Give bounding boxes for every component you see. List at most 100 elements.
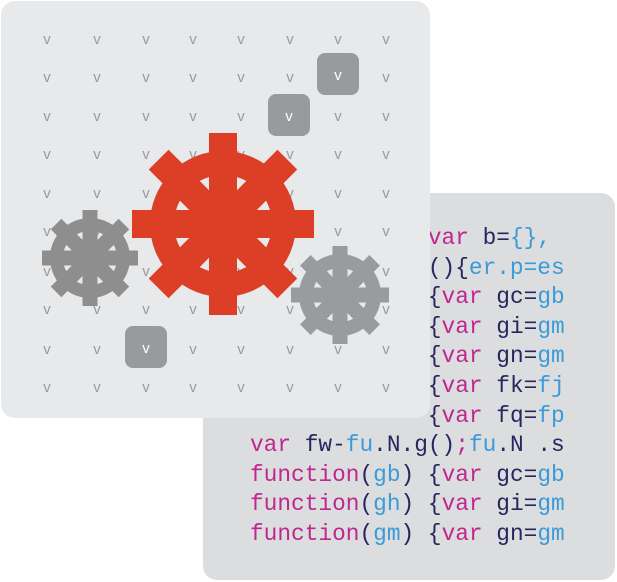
code-line: var fw-fu.N.g();fu.N .s	[250, 431, 565, 461]
code-token: var	[441, 491, 483, 518]
grid-letter: v	[142, 31, 150, 48]
grid-letter: v	[334, 146, 342, 163]
code-line: function(gb) {var gc=gb	[250, 461, 565, 491]
code-token: er.p=es	[468, 254, 565, 281]
code-token: gn=	[482, 343, 538, 370]
grid-letter: v	[382, 379, 390, 396]
grid-letter: v	[43, 223, 51, 240]
grid-letter: v	[93, 185, 101, 202]
grid-letter: v	[93, 146, 101, 163]
grid-letter: v	[93, 69, 101, 86]
grid-letter: v	[93, 379, 101, 396]
code-token: (	[359, 491, 374, 518]
code-token: gc=	[482, 461, 538, 488]
code-token: function	[250, 461, 360, 488]
grid-letter: v	[189, 108, 197, 125]
code-token: gi=	[482, 313, 538, 340]
grid-letter: v	[237, 108, 245, 125]
grid-letter: v	[93, 108, 101, 125]
grid-letter: v	[43, 185, 51, 202]
grid-letter: v	[382, 108, 390, 125]
gear-icon-small-left	[42, 210, 138, 306]
grid-letter: v	[334, 108, 342, 125]
code-token: gc=	[482, 284, 538, 311]
grid-letter: v	[334, 223, 342, 240]
grid-letter: v	[43, 108, 51, 125]
code-token: var	[441, 284, 483, 311]
grid-letter: v	[334, 31, 342, 48]
badge-letter: v	[142, 340, 150, 357]
grid-letter: v	[286, 31, 294, 48]
code-token: var	[441, 402, 483, 429]
code-token: ) {	[400, 461, 442, 488]
code-token: gb	[537, 461, 565, 488]
code-token: var	[441, 343, 483, 370]
code-token: var	[427, 225, 469, 251]
code-token: function	[250, 520, 360, 547]
grid-letter: v	[142, 379, 150, 396]
grid-letter: v	[43, 69, 51, 86]
code-token: b=	[468, 225, 510, 251]
grid-letter: v	[382, 301, 390, 318]
code-token: fp	[537, 402, 565, 429]
code-token: gh	[373, 491, 401, 518]
grid-letter: v	[43, 31, 51, 48]
gears-panel: v v v v v v v v v v v v v v v v v v v v v v v v v v v v v v v v v v v v v v v v…	[1, 1, 430, 418]
grid-letter: v	[286, 301, 294, 318]
grid-letter: v	[93, 31, 101, 48]
grid-letter: v	[286, 69, 294, 86]
code-token: gm	[537, 520, 565, 547]
code-token: (	[359, 461, 374, 488]
letter-badge: v	[268, 94, 310, 136]
code-token: ) {	[400, 520, 442, 547]
code-token: fq=	[482, 402, 538, 429]
grid-letter: v	[237, 301, 245, 318]
grid-letter: v	[43, 341, 51, 358]
grid-letter: v	[189, 301, 197, 318]
grid-letter: v	[382, 31, 390, 48]
grid-letter: v	[334, 185, 342, 202]
gears-illustration: v v v v v v v v v v v v v v v v v v v v v v v v v v v v v v v v v v v v v v v v…	[42, 31, 390, 396]
code-token: function	[250, 491, 360, 518]
grid-letter: v	[382, 263, 390, 280]
grid-letter: v	[189, 69, 197, 86]
code-token: var	[250, 432, 292, 459]
badge-letter: v	[334, 67, 342, 84]
grid-letter: v	[142, 185, 150, 202]
grid-letter: v	[237, 379, 245, 396]
letter-badge: v	[317, 53, 359, 95]
grid-letter: v	[142, 69, 150, 86]
grid-letter: v	[237, 341, 245, 358]
code-token: .N .s	[496, 432, 565, 459]
letter-badge: v	[125, 326, 167, 368]
code-token: fj	[537, 372, 565, 399]
grid-letter: v	[189, 31, 197, 48]
grid-letter: v	[382, 69, 390, 86]
grid-letter: v	[189, 379, 197, 396]
grid-letter: v	[189, 341, 197, 358]
code-token: gm	[537, 343, 565, 370]
grid-letter: v	[382, 341, 390, 358]
code-token: (	[359, 520, 374, 547]
code-token: gm	[373, 520, 401, 547]
code-token: fw-	[291, 432, 346, 459]
grid-letter: v	[93, 341, 101, 358]
grid-letter: v	[334, 379, 342, 396]
code-token: fu	[345, 432, 374, 459]
code-token: gm	[537, 491, 565, 518]
grid-letter: v	[237, 31, 245, 48]
code-token: gb	[373, 461, 401, 488]
code-line: function(gh) {var gi=gm	[250, 490, 565, 520]
code-token: ;	[455, 432, 469, 459]
badge-letter: v	[285, 108, 293, 125]
code-line: function(gm) {var gn=gm	[250, 520, 565, 550]
code-token: var	[441, 461, 483, 488]
grid-letter: v	[43, 263, 51, 280]
code-token: .N.g()	[373, 432, 456, 459]
code-token: var	[441, 313, 483, 340]
code-token: fu	[468, 432, 497, 459]
grid-letter: v	[382, 223, 390, 240]
code-token: var	[441, 372, 483, 399]
gear-icon-large	[132, 133, 314, 315]
grid-letter: v	[43, 379, 51, 396]
